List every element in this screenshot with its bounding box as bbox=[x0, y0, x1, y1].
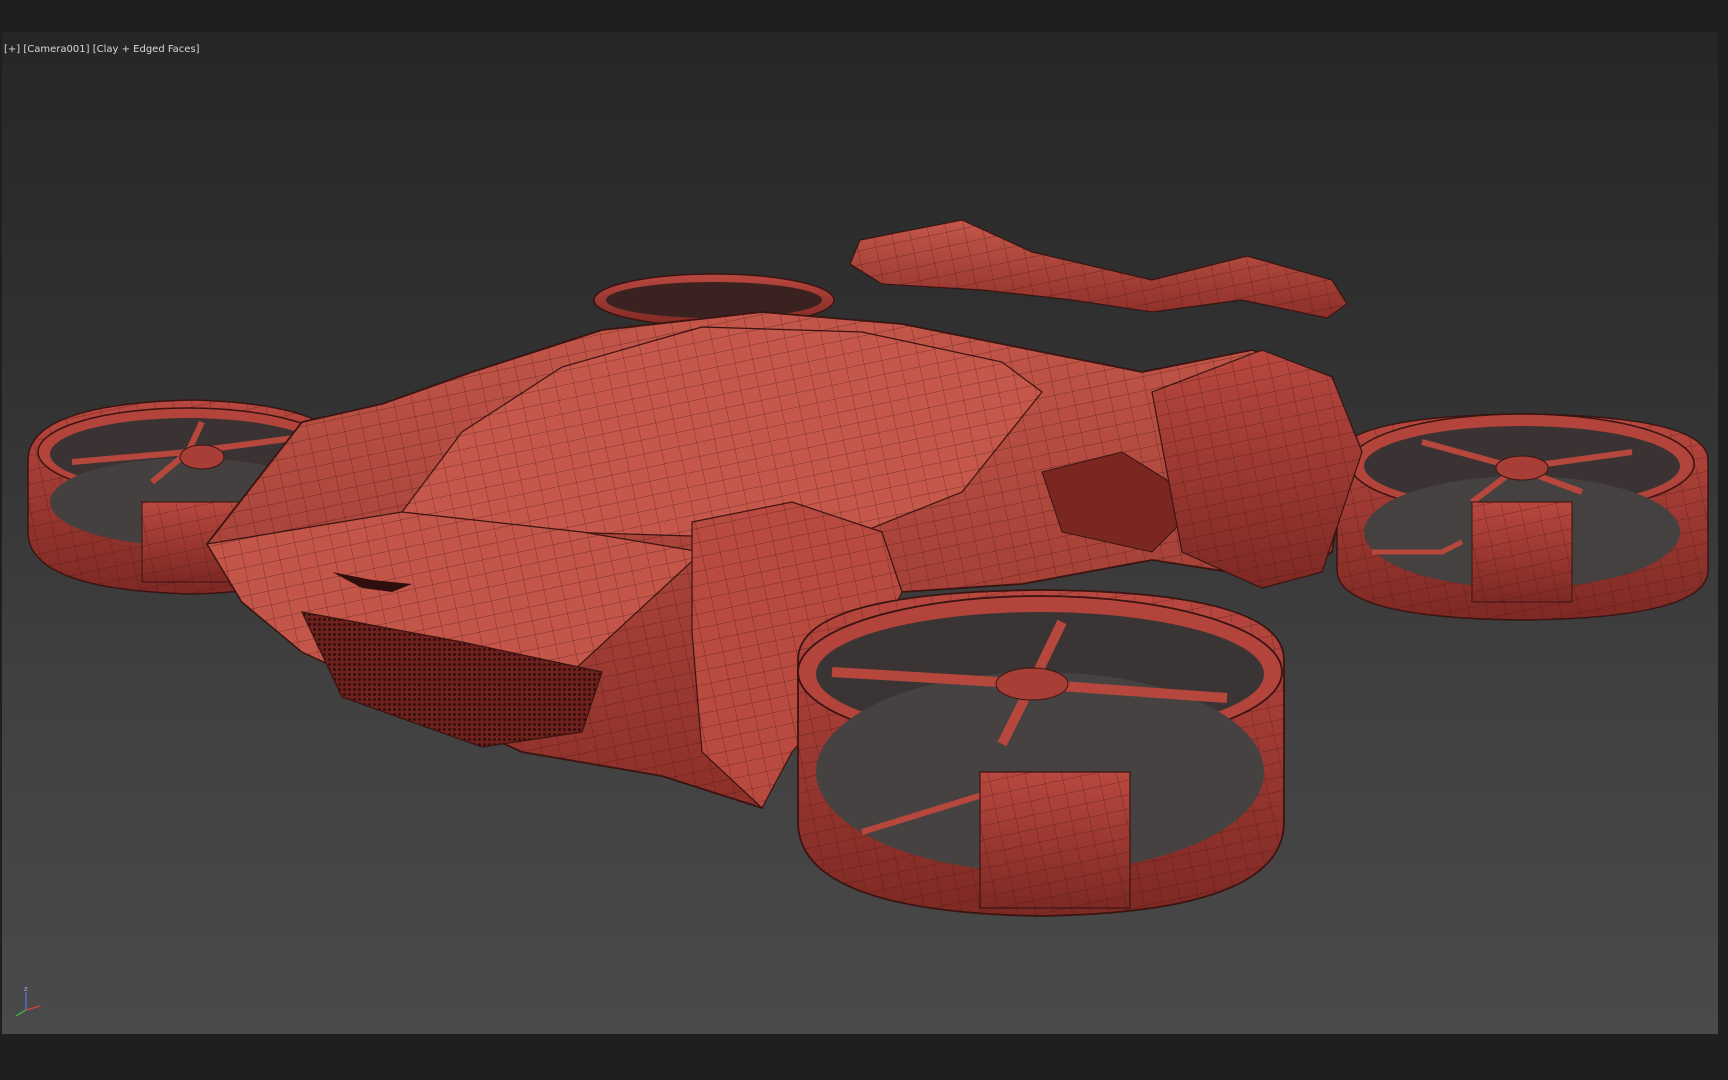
z-axis-label: z bbox=[24, 985, 28, 993]
rotor-front-center bbox=[797, 589, 1285, 917]
rotor-front-right bbox=[1336, 413, 1709, 621]
scene-3d-model[interactable] bbox=[2, 32, 1718, 1034]
x-axis-line bbox=[25, 1005, 41, 1011]
axis-gizmo: z bbox=[6, 982, 50, 1022]
app-window: [+] [Camera001] [Clay + Edged Faces] z bbox=[0, 0, 1728, 1080]
y-axis-line bbox=[15, 1009, 27, 1017]
viewport-camera001[interactable]: [+] [Camera001] [Clay + Edged Faces] z bbox=[2, 32, 1718, 1034]
bottom-frame bbox=[0, 1034, 1728, 1080]
rear-spoiler bbox=[849, 219, 1348, 319]
